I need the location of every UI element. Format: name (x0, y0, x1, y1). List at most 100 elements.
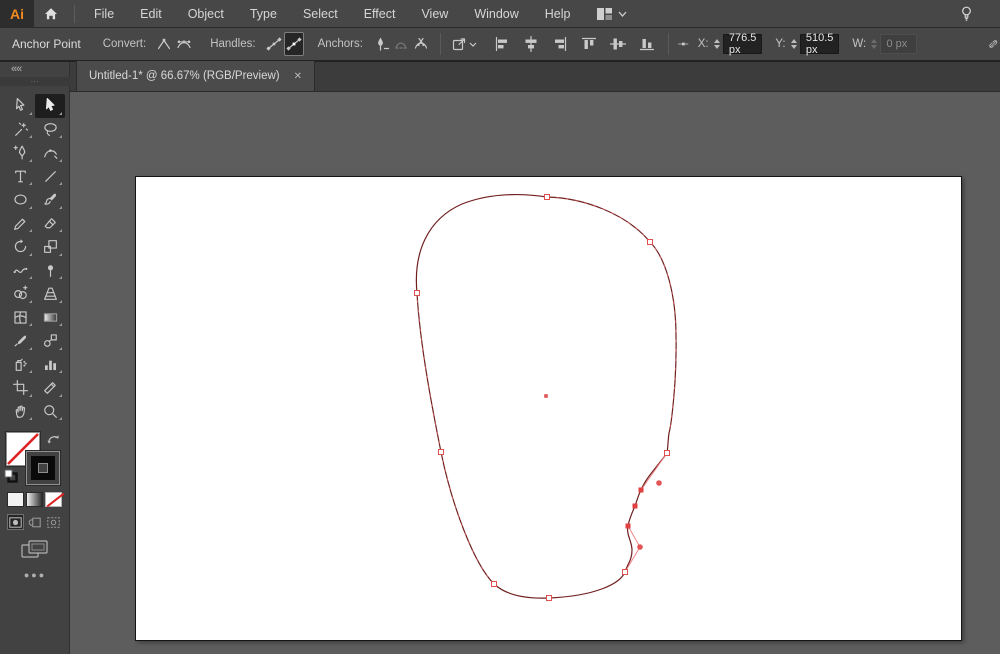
remove-anchor-icon (377, 37, 390, 51)
tool-magic-wand[interactable] (5, 118, 35, 142)
pen-tool-icon (13, 145, 25, 160)
skull-path-artwork[interactable] (70, 92, 1000, 654)
tab-close-button[interactable]: ✕ (294, 71, 302, 82)
align-left-icon (495, 36, 507, 52)
tool-ellipse[interactable] (5, 188, 35, 212)
align-v-center-button[interactable] (606, 32, 630, 56)
document-tab[interactable]: Untitled-1* @ 66.67% (RGB/Preview) ✕ (76, 61, 316, 91)
tool-paintbrush[interactable] (35, 188, 65, 212)
tool-eraser[interactable] (35, 212, 65, 236)
tool-perspective-grid[interactable] (35, 282, 65, 306)
default-fill-stroke-button[interactable] (4, 469, 18, 488)
menu-view[interactable]: View (408, 0, 461, 28)
swap-fill-stroke-button[interactable] (46, 432, 62, 452)
convert-label: Convert: (102, 38, 147, 50)
align-bottom-button[interactable] (635, 32, 659, 56)
menu-help[interactable]: Help (532, 0, 584, 28)
workspace-icon (596, 7, 612, 20)
remove-anchor-button[interactable] (371, 32, 391, 56)
tool-scale[interactable] (35, 235, 65, 259)
handles-label: Handles: (210, 38, 256, 50)
collapse-panel-button[interactable]: «« (11, 63, 22, 75)
tool-symbol-sprayer[interactable] (5, 353, 35, 377)
tool-selection[interactable] (5, 94, 35, 118)
tool-eyedropper[interactable] (5, 329, 35, 353)
align-left-button[interactable] (490, 32, 514, 56)
show-handles-button[interactable] (283, 32, 304, 56)
none-button[interactable] (45, 492, 62, 507)
default-swatches-icon (4, 469, 18, 483)
tool-direct-selection[interactable] (35, 94, 65, 118)
tool-pencil[interactable] (5, 212, 35, 236)
handle-dot (656, 480, 662, 486)
tool-blend[interactable] (35, 329, 65, 353)
tool-width[interactable] (5, 259, 35, 283)
tool-pen[interactable] (5, 141, 35, 165)
type-tool-icon (14, 170, 26, 183)
cut-path-button[interactable] (411, 32, 431, 56)
symbol-sprayer-tool-icon (15, 358, 27, 371)
controlbar-separator (439, 33, 441, 55)
color-button[interactable] (7, 492, 24, 507)
puppet-warp-tool-icon (47, 265, 53, 277)
hide-handles-button[interactable] (264, 32, 284, 56)
workspace-switcher[interactable] (596, 7, 627, 21)
direct-selection-tool-icon (45, 98, 54, 112)
convert-to-smooth-button[interactable] (174, 32, 194, 56)
screen-mode-button[interactable] (21, 540, 48, 564)
controlbar-separator (667, 33, 669, 55)
align-h-center-button[interactable] (519, 32, 543, 56)
tool-artboard[interactable] (5, 376, 35, 400)
menu-file[interactable]: File (81, 0, 127, 28)
draw-normal-button[interactable] (7, 514, 24, 530)
draw-behind-button[interactable] (26, 514, 43, 530)
x-stepper[interactable] (713, 39, 720, 49)
tool-mesh[interactable] (5, 306, 35, 330)
align-top-button[interactable] (577, 32, 601, 56)
tool-zoom[interactable] (35, 400, 65, 424)
tool-column-graph[interactable] (35, 353, 65, 377)
tool-lasso[interactable] (35, 118, 65, 142)
menu-edit[interactable]: Edit (127, 0, 175, 28)
menu-object[interactable]: Object (175, 0, 237, 28)
width-tool-icon (13, 267, 27, 273)
edit-toolbar-button[interactable]: ●●● (0, 570, 70, 580)
isolate-icon (452, 38, 465, 51)
document-tab-title: Untitled-1* @ 66.67% (RGB/Preview) (89, 70, 280, 82)
discover-button[interactable] (959, 5, 974, 22)
eyedropper-tool-icon (14, 335, 26, 347)
tool-slice[interactable] (35, 376, 65, 400)
blend-tool-icon (43, 334, 57, 348)
menu-select[interactable]: Select (290, 0, 351, 28)
tool-shape-builder[interactable] (5, 282, 35, 306)
curvature-tool-icon (43, 149, 57, 160)
tool-puppet-warp[interactable] (35, 259, 65, 283)
x-input[interactable]: 776.5 px (722, 32, 763, 56)
gradient-button[interactable] (26, 492, 43, 507)
gradient-tool-icon (43, 312, 57, 322)
menu-effect[interactable]: Effect (351, 0, 409, 28)
convert-to-corner-button[interactable] (154, 32, 174, 56)
eraser-tool-icon (44, 217, 56, 229)
panel-grip[interactable]: ⋯ (0, 77, 70, 86)
isolate-object-button[interactable] (450, 32, 478, 56)
tool-type[interactable] (5, 165, 35, 189)
tool-hand[interactable] (5, 400, 35, 424)
home-button[interactable] (34, 0, 68, 28)
y-input[interactable]: 510.5 px (799, 32, 840, 56)
align-right-button[interactable] (548, 32, 572, 56)
line-segment-tool-icon (44, 170, 56, 182)
draw-inside-button[interactable] (45, 514, 62, 530)
tool-rotate[interactable] (5, 235, 35, 259)
tool-line-segment[interactable] (35, 165, 65, 189)
tool-gradient[interactable] (35, 306, 65, 330)
menu-type[interactable]: Type (237, 0, 290, 28)
connect-endpoints-button[interactable] (391, 32, 411, 56)
canvas-pasteboard[interactable] (70, 92, 1000, 654)
unlink-dimensions-icon[interactable] (987, 34, 1000, 54)
menu-window[interactable]: Window (461, 0, 531, 28)
y-stepper[interactable] (790, 39, 797, 49)
tool-curvature[interactable] (35, 141, 65, 165)
stroke-swatch-black[interactable] (26, 451, 60, 485)
tool-grid (5, 94, 65, 423)
